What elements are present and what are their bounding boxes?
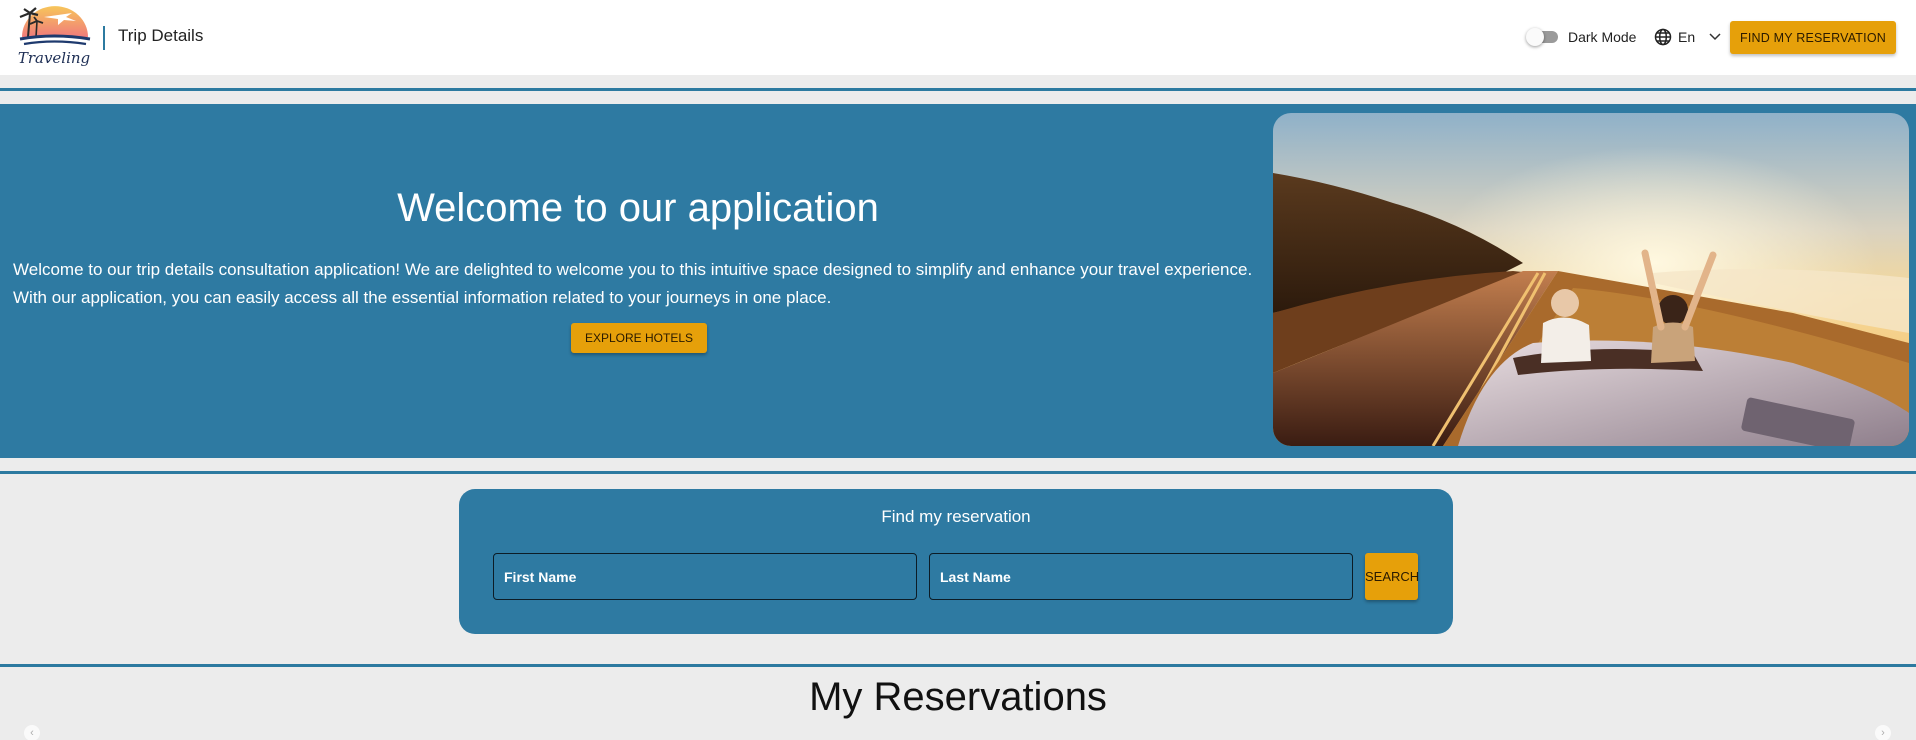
hero-title: Welcome to our application — [397, 186, 879, 230]
first-name-field[interactable]: First Name — [493, 553, 917, 600]
language-label: En — [1678, 29, 1696, 45]
divider-line — [0, 471, 1916, 474]
page-title: Trip Details — [118, 26, 204, 45]
logo-wordmark: Traveling — [18, 49, 90, 67]
divider-line — [0, 88, 1916, 91]
traveling-logo[interactable]: Traveling — [14, 3, 94, 71]
dark-mode-toggle[interactable] — [1526, 28, 1558, 46]
search-button[interactable]: SEARCH — [1365, 553, 1419, 600]
find-reservation-title: Find my reservation — [881, 507, 1031, 526]
app-header: Traveling Trip Details Dark Mode En FIND… — [0, 0, 1916, 75]
hero-description: Welcome to our trip details consultation… — [13, 260, 1253, 307]
explore-hotels-button[interactable]: EXPLORE HOTELS — [571, 323, 707, 353]
divider-line — [0, 664, 1916, 667]
chevron-down-icon — [1709, 33, 1721, 41]
carousel-next-icon[interactable]: › — [1875, 725, 1891, 740]
brand-divider — [103, 26, 105, 50]
my-reservations-title: My Reservations — [809, 675, 1107, 719]
find-reservation-panel: Find my reservation First Name Last Name… — [459, 489, 1453, 634]
hero-image — [1273, 113, 1909, 446]
language-selector[interactable]: En — [1654, 26, 1721, 48]
find-reservation-button[interactable]: FIND MY RESERVATION — [1730, 21, 1896, 54]
dark-mode-thumb — [1526, 28, 1544, 46]
last-name-field[interactable]: Last Name — [929, 553, 1353, 600]
dark-mode-label: Dark Mode — [1568, 29, 1637, 45]
carousel-prev-icon[interactable]: ‹ — [24, 725, 40, 740]
globe-icon — [1654, 28, 1672, 46]
